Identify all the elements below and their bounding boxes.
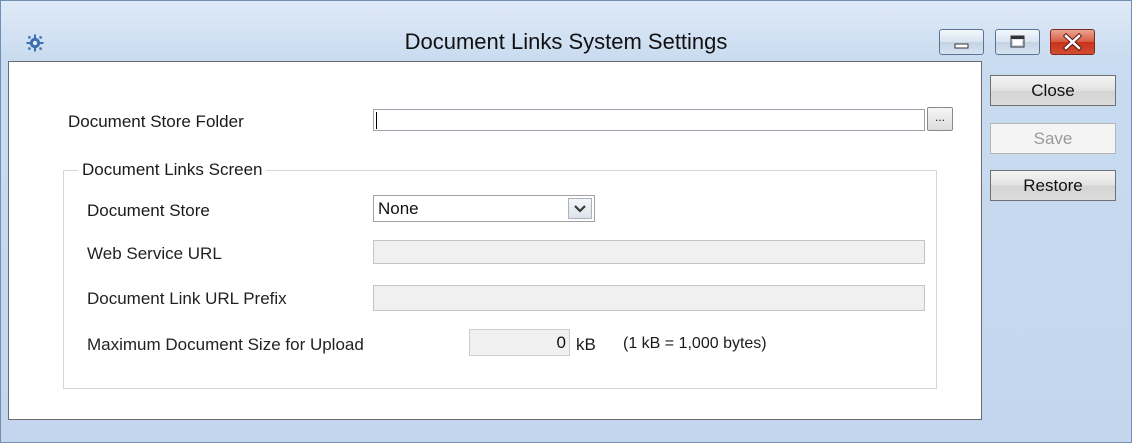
close-icon	[1062, 32, 1083, 52]
max-size-input[interactable]: 0	[469, 329, 570, 356]
max-size-value: 0	[556, 333, 566, 352]
maximize-icon	[1010, 35, 1025, 48]
web-service-url-label: Web Service URL	[87, 244, 222, 263]
store-folder-input[interactable]	[373, 109, 925, 131]
document-store-select[interactable]: None	[373, 195, 595, 222]
save-button[interactable]: Save	[990, 123, 1116, 154]
chevron-down-icon	[574, 205, 586, 213]
maximize-button[interactable]	[995, 29, 1040, 55]
restore-button[interactable]: Restore	[990, 170, 1116, 201]
minimize-button[interactable]	[939, 29, 984, 55]
window-bottom-frame	[1, 432, 1131, 442]
link-prefix-label: Document Link URL Prefix	[87, 289, 287, 308]
web-service-url-input[interactable]	[373, 240, 925, 264]
browse-button[interactable]: ...	[927, 107, 953, 131]
title-bar[interactable]: Document Links System Settings	[1, 1, 1131, 59]
minimize-icon	[954, 43, 969, 49]
document-store-label: Document Store	[87, 201, 210, 220]
group-title: Document Links Screen	[78, 160, 267, 180]
store-folder-label: Document Store Folder	[68, 112, 244, 131]
link-prefix-input[interactable]	[373, 285, 925, 311]
document-store-value: None	[378, 199, 419, 218]
close-button[interactable]: Close	[990, 75, 1116, 106]
close-window-button[interactable]	[1050, 29, 1095, 55]
max-size-label: Maximum Document Size for Upload	[87, 335, 364, 354]
dropdown-button[interactable]	[568, 198, 592, 219]
text-caret	[376, 112, 377, 129]
max-size-note: (1 kB = 1,000 bytes)	[623, 335, 767, 352]
max-size-unit: kB	[576, 335, 596, 354]
